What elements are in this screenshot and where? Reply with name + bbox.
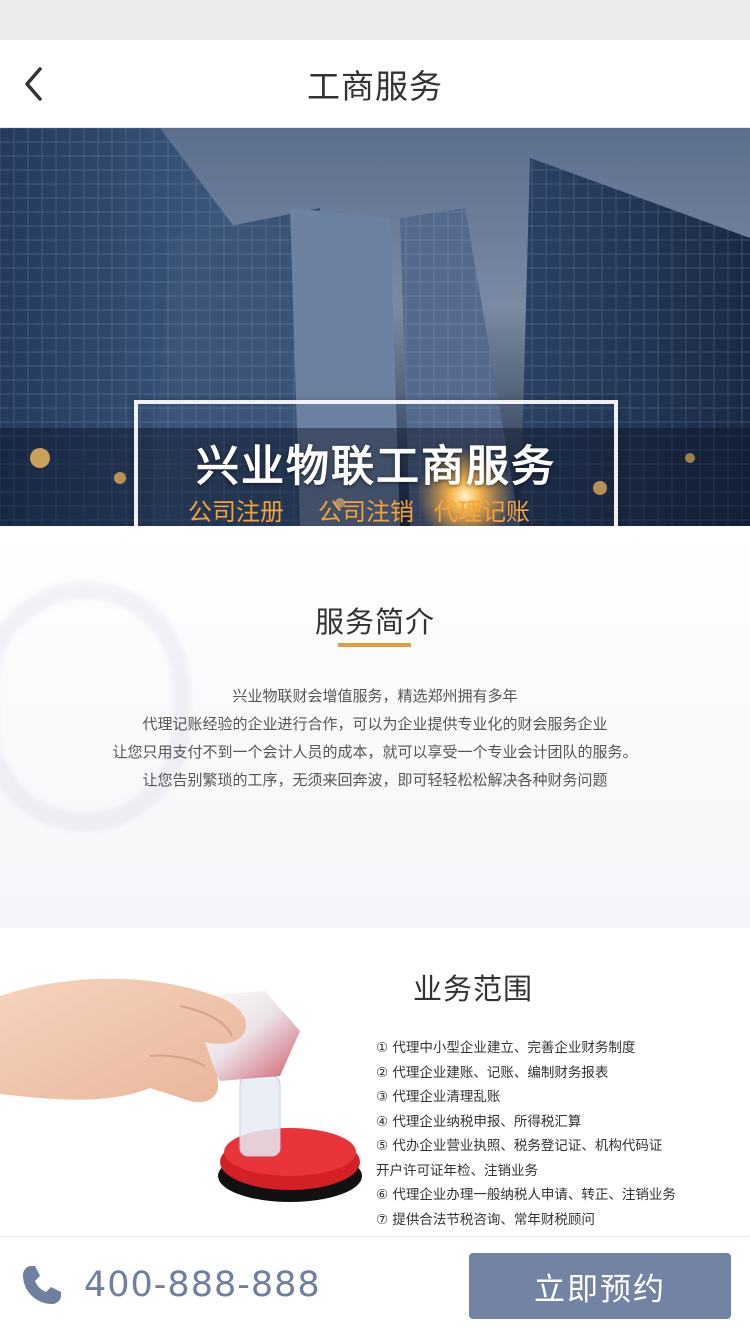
scope-list: ① 代理中小型企业建立、完善企业财务制度 ② 代理企业建账、记账、编制财务报表 … — [376, 1036, 676, 1232]
intro-title: 服务简介 — [314, 605, 435, 639]
navigation-bar: 工商服务 — [0, 40, 750, 128]
service-intro-section: 服务简介 兴业物联财会增值服务，精选郑州拥有多年 代理记账经验的企业进行合作，可… — [0, 526, 750, 928]
list-item: 开户许可证年检、注销业务 — [376, 1162, 538, 1179]
list-item: ④ 代理企业纳税申报、所得税汇算 — [376, 1113, 582, 1130]
intro-line: 让您告别繁琐的工序，无须来回奔波，即可轻轻松松解决各种财务问题 — [142, 771, 608, 789]
intro-line: 兴业物联财会增值服务，精选郑州拥有多年 — [232, 687, 518, 705]
banner-tags: 公司注册 公司注销 代理记账 — [188, 492, 530, 526]
hero-banner: 兴业物联工商服务 公司注册 公司注销 代理记账 — [0, 128, 750, 526]
bottom-action-bar: 400-888-888 立即预约 — [0, 1236, 750, 1334]
tag-bookkeeping: 代理记账 — [434, 498, 530, 526]
intro-text: 兴业物联财会增值服务，精选郑州拥有多年 代理记账经验的企业进行合作，可以为企业提… — [0, 682, 750, 794]
list-item: ⑦ 提供合法节税咨询、常年财税顾问 — [376, 1211, 595, 1228]
banner-title-frame: 兴业物联工商服务 公司注册 公司注销 代理记账 — [134, 400, 618, 526]
phone-number-link[interactable]: 400-888-888 — [84, 1265, 321, 1305]
list-item: ① 代理中小型企业建立、完善企业财务制度 — [376, 1040, 636, 1056]
tag-company-cancellation: 公司注销 — [318, 498, 414, 526]
title-underline — [338, 643, 411, 647]
back-button[interactable] — [14, 62, 54, 106]
list-item: ⑥ 代理企业办理一般纳税人申请、转正、注销业务 — [376, 1187, 676, 1203]
book-now-button[interactable]: 立即预约 — [469, 1253, 731, 1319]
list-item: ③ 代理企业清理乱账 — [376, 1089, 501, 1105]
status-bar — [0, 0, 750, 40]
intro-line: 让您只用支付不到一个会计人员的成本，就可以享受一个专业会计团队的服务。 — [112, 743, 638, 761]
page-title: 工商服务 — [307, 66, 443, 106]
stamp-hand-image — [0, 978, 362, 1202]
back-chevron-icon — [25, 67, 42, 101]
business-scope-section: 业务范围 ① 代理中小型企业建立、完善企业财务制度 ② 代理企业建账、记账、编制… — [0, 928, 750, 1236]
tag-company-registration: 公司注册 — [188, 498, 284, 526]
phone-icon[interactable] — [18, 1261, 66, 1309]
scope-title: 业务范围 — [413, 972, 534, 1006]
list-item: ⑤ 代办企业营业执照、税务登记证、机构代码证 — [376, 1138, 663, 1154]
banner-headline: 兴业物联工商服务 — [196, 442, 556, 492]
list-item: ② 代理企业建账、记账、编制财务报表 — [376, 1064, 609, 1081]
intro-line: 代理记账经验的企业进行合作，可以为企业提供专业化的财会服务企业 — [142, 715, 608, 733]
